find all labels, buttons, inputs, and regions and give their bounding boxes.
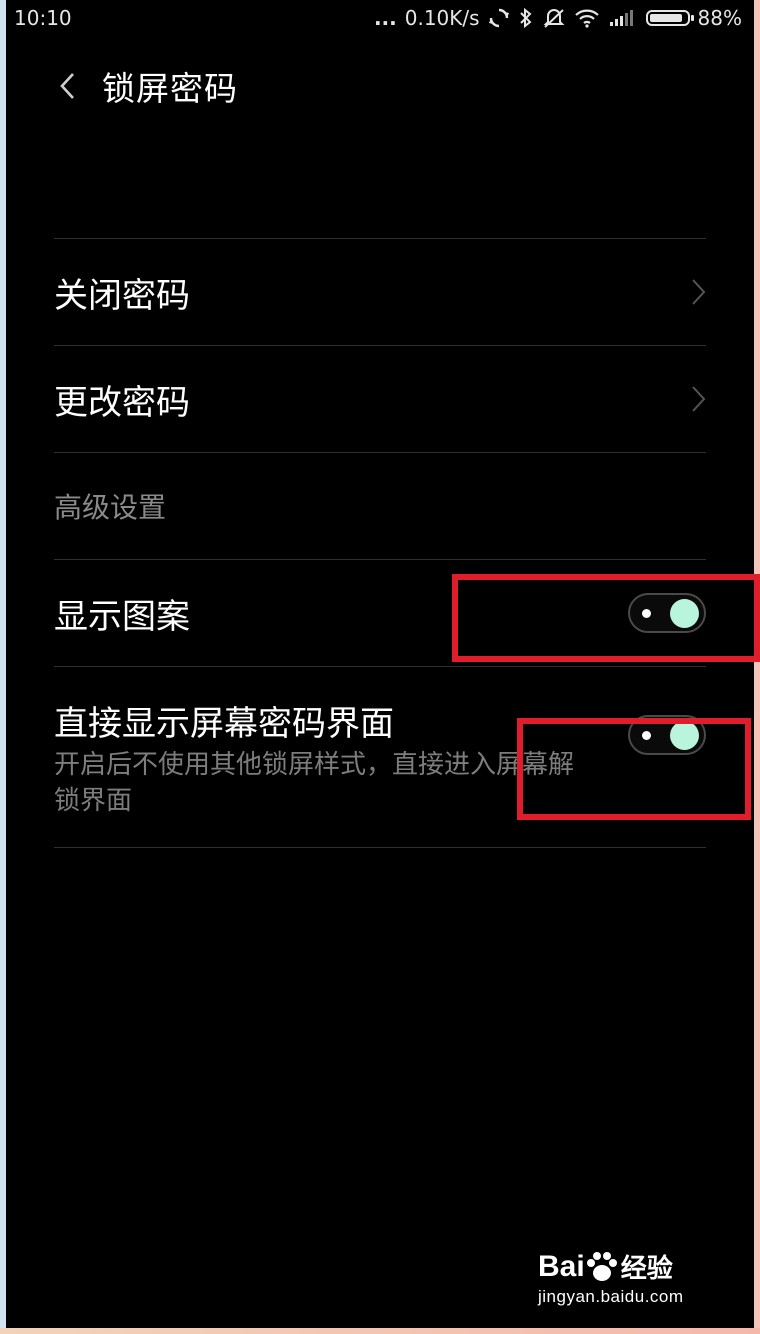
direct-show-toggle[interactable] bbox=[628, 715, 706, 755]
battery-level bbox=[649, 14, 682, 22]
direct-show-description: 开启后不使用其他锁屏样式，直接进入屏幕解锁界面 bbox=[54, 749, 575, 816]
signal-icon bbox=[608, 9, 634, 27]
toggle-knob bbox=[670, 599, 699, 628]
battery-percent: 88% bbox=[697, 6, 742, 30]
battery-icon bbox=[645, 10, 694, 26]
watermark-suffix: 经验 bbox=[620, 1253, 673, 1283]
change-password-item[interactable]: 更改密码 bbox=[54, 346, 706, 452]
chevron-right-icon bbox=[692, 279, 706, 305]
chevron-left-icon bbox=[60, 73, 74, 99]
close-password-label: 关闭密码 bbox=[54, 275, 190, 316]
toggle-dot bbox=[642, 731, 651, 740]
chevron-right-icon bbox=[692, 386, 706, 412]
watermark-brand-text: Bai bbox=[538, 1249, 585, 1283]
direct-show-text: 直接显示屏幕密码界面 开启后不使用其他锁屏样式，直接进入屏幕解锁界面 bbox=[54, 696, 574, 819]
status-icons: ... 0.10K/s 88% bbox=[374, 6, 742, 30]
back-button[interactable] bbox=[48, 58, 88, 114]
page-title: 锁屏密码 bbox=[102, 69, 238, 108]
toggle-dot bbox=[642, 609, 651, 618]
change-password-label: 更改密码 bbox=[54, 382, 190, 423]
show-pattern-label: 显示图案 bbox=[54, 596, 190, 637]
sync-icon bbox=[488, 7, 510, 29]
close-password-item[interactable]: 关闭密码 bbox=[54, 239, 706, 345]
show-pattern-toggle[interactable] bbox=[628, 593, 706, 633]
toggle-knob bbox=[670, 721, 699, 750]
wifi-icon bbox=[574, 8, 600, 28]
watermark-brand: Bai 经验 bbox=[538, 1248, 718, 1285]
direct-show-label: 直接显示屏幕密码界面 bbox=[54, 703, 394, 744]
settings-list: 关闭密码 更改密码 高级设置 显示图案 直接显示屏幕密码界面 开启后不使用其他锁… bbox=[54, 238, 706, 848]
net-speed: 0.10K/s bbox=[404, 6, 480, 30]
status-dots: ... bbox=[373, 6, 397, 30]
bluetooth-icon bbox=[518, 7, 534, 29]
bottom-strip bbox=[0, 1328, 760, 1334]
direct-show-row: 直接显示屏幕密码界面 开启后不使用其他锁屏样式，直接进入屏幕解锁界面 bbox=[54, 667, 706, 847]
status-time: 10:10 bbox=[14, 6, 72, 30]
mute-vibrate-icon bbox=[542, 7, 566, 29]
advanced-settings-header: 高级设置 bbox=[54, 491, 167, 524]
watermark-url: jingyan.baidu.com bbox=[538, 1287, 684, 1306]
status-bar: 10:10 ... 0.10K/s 88% bbox=[14, 0, 742, 36]
baidu-watermark: Bai 经验 jingyan.baidu.com bbox=[538, 1248, 718, 1318]
divider bbox=[54, 847, 706, 848]
header: 锁屏密码 bbox=[48, 58, 238, 114]
show-pattern-row: 显示图案 bbox=[54, 560, 706, 666]
paw-icon bbox=[586, 1251, 617, 1281]
